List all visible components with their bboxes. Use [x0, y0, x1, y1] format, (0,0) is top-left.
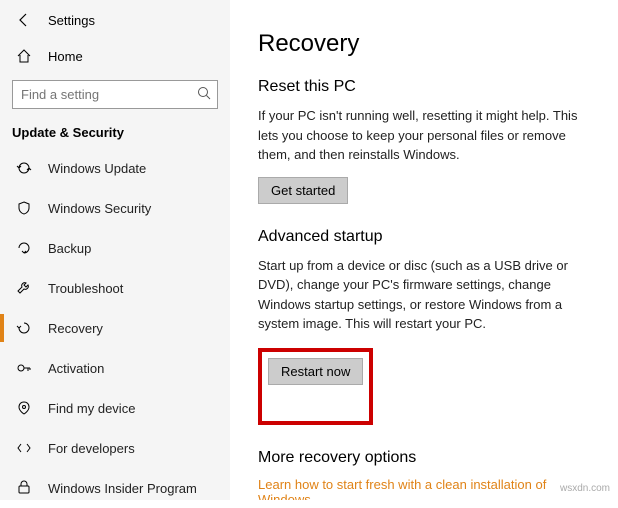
section-description: If your PC isn't running well, resetting…: [258, 106, 590, 165]
backup-icon: [16, 240, 32, 256]
search-container: [12, 80, 218, 109]
page-title: Recovery: [258, 30, 590, 58]
sidebar-item-for-developers[interactable]: For developers: [0, 428, 230, 468]
sidebar-item-activation[interactable]: Activation: [0, 348, 230, 388]
sidebar-item-label: Troubleshoot: [48, 281, 123, 296]
search-input[interactable]: [12, 80, 218, 109]
section-title: Advanced startup: [258, 228, 590, 246]
get-started-button[interactable]: Get started: [258, 177, 348, 204]
titlebar: Settings: [0, 8, 230, 38]
sidebar-item-label: For developers: [48, 441, 135, 456]
sidebar-item-windows-security[interactable]: Windows Security: [0, 188, 230, 228]
sidebar-item-label: Activation: [48, 361, 104, 376]
section-title: More recovery options: [258, 449, 590, 467]
sidebar-item-troubleshoot[interactable]: Troubleshoot: [0, 268, 230, 308]
sidebar-item-home[interactable]: Home: [0, 38, 230, 74]
main-content: Recovery Reset this PC If your PC isn't …: [230, 0, 618, 500]
search-icon: [196, 85, 212, 101]
location-icon: [16, 400, 32, 416]
sidebar-item-label: Windows Security: [48, 201, 151, 216]
key-icon: [16, 360, 32, 376]
sidebar-item-label: Find my device: [48, 401, 135, 416]
sidebar-item-label: Home: [48, 49, 83, 64]
sidebar-item-find-my-device[interactable]: Find my device: [0, 388, 230, 428]
sidebar-item-label: Windows Insider Program: [48, 481, 197, 496]
wrench-icon: [16, 280, 32, 296]
section-description: Start up from a device or disc (such as …: [258, 256, 590, 334]
sidebar-item-label: Recovery: [48, 321, 103, 336]
insider-icon: [16, 480, 32, 496]
shield-icon: [16, 200, 32, 216]
sidebar-item-label: Backup: [48, 241, 91, 256]
section-reset-pc: Reset this PC If your PC isn't running w…: [258, 78, 590, 204]
fresh-install-link[interactable]: Learn how to start fresh with a clean in…: [258, 477, 546, 501]
section-more-recovery: More recovery options Learn how to start…: [258, 449, 590, 501]
section-title: Reset this PC: [258, 78, 590, 96]
sidebar-section-header: Update & Security: [0, 119, 230, 148]
sidebar-item-recovery[interactable]: Recovery: [0, 308, 230, 348]
sidebar-item-windows-insider[interactable]: Windows Insider Program: [0, 468, 230, 508]
watermark: wsxdn.com: [560, 483, 610, 494]
sidebar: Settings Home Update & Security Windows …: [0, 0, 230, 500]
code-icon: [16, 440, 32, 456]
sidebar-item-windows-update[interactable]: Windows Update: [0, 148, 230, 188]
back-icon[interactable]: [16, 12, 32, 28]
sync-icon: [16, 160, 32, 176]
home-icon: [16, 48, 32, 64]
recovery-icon: [16, 320, 32, 336]
restart-now-button[interactable]: Restart now: [268, 358, 363, 385]
highlight-box: Restart now: [258, 348, 373, 425]
sidebar-item-label: Windows Update: [48, 161, 146, 176]
sidebar-item-backup[interactable]: Backup: [0, 228, 230, 268]
section-advanced-startup: Advanced startup Start up from a device …: [258, 228, 590, 425]
window-title: Settings: [48, 13, 95, 28]
